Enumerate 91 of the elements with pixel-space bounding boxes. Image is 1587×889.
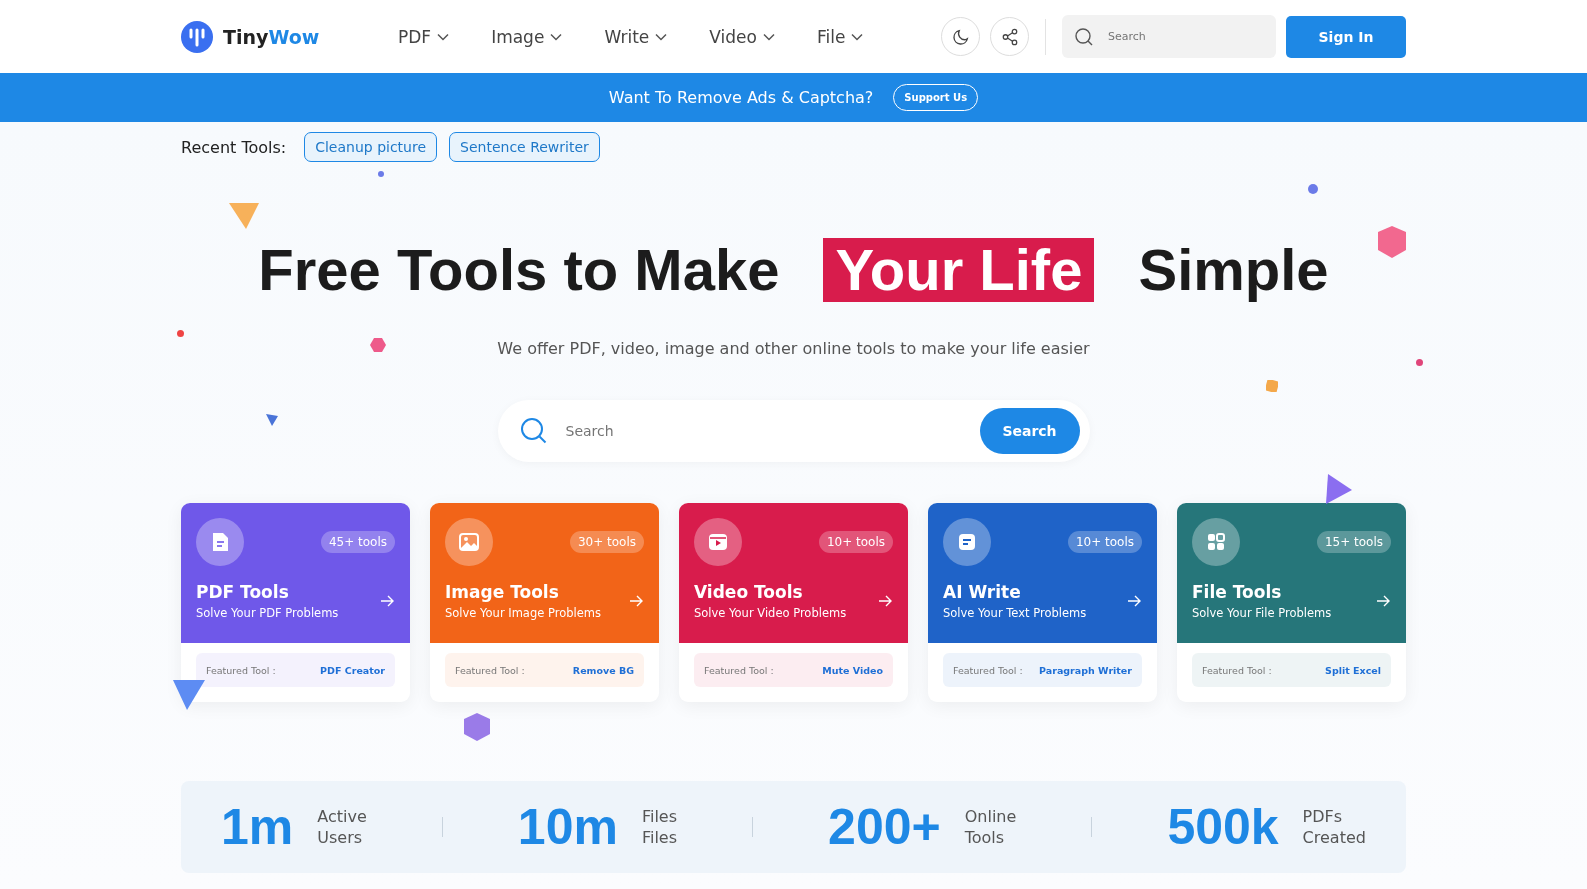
tool-icon — [445, 518, 493, 566]
dot-shape — [177, 330, 184, 337]
chevron-down-icon — [437, 32, 450, 41]
arrow-right-icon — [1128, 595, 1142, 607]
card-subtitle: Solve Your PDF Problems — [196, 606, 339, 620]
gem-shape — [370, 338, 386, 352]
search-button[interactable]: Search — [979, 408, 1080, 454]
arrow-right-icon — [381, 595, 395, 607]
tool-count-badge: 10+ tools — [1067, 531, 1142, 553]
hero-search-bar[interactable]: Search Search — [497, 400, 1090, 462]
stat-label: Files — [641, 828, 677, 847]
dot-shape — [1308, 184, 1318, 194]
card-subtitle: Solve Your Text Problems — [943, 606, 1087, 620]
tool-count-badge: 30+ tools — [569, 531, 644, 553]
recent-tool-chip[interactable]: Sentence Rewriter — [449, 132, 600, 162]
arrow-right-icon — [879, 595, 893, 607]
banner-text: Want To Remove Ads & Captcha? — [608, 88, 874, 107]
tool-count-badge: 10+ tools — [818, 531, 893, 553]
chevron-down-icon — [550, 32, 563, 41]
stat-label: PDFs — [1302, 807, 1344, 826]
triangle-shape — [229, 203, 259, 229]
stat-label: Tools — [964, 828, 1006, 847]
card-title: Video Tools — [694, 582, 804, 602]
dark-mode-button[interactable] — [941, 17, 980, 56]
headline-text: Simple — [1138, 238, 1329, 302]
featured-tool-label: Featured Tool : — [704, 664, 774, 676]
tool-count-badge: 45+ tools — [320, 531, 395, 553]
tool-card[interactable]: 15+ tools File Tools Solve Your File Problems Featured Tool : Split Excel — [1177, 503, 1406, 702]
logo-icon[interactable] — [181, 20, 213, 53]
stat-label: Active — [317, 807, 367, 826]
card-title: File Tools — [1192, 582, 1283, 602]
search-input[interactable]: Search — [1106, 29, 1260, 44]
card-subtitle: Solve Your Image Problems — [445, 606, 601, 620]
moon-icon — [951, 27, 970, 46]
nav-menu[interactable]: Image — [491, 26, 563, 47]
triangle-shape — [266, 414, 278, 426]
featured-tool-label: Featured Tool : — [455, 664, 525, 676]
featured-tool-label: Featured Tool : — [1202, 664, 1272, 676]
dot-shape — [378, 171, 384, 177]
dot-shape — [1416, 359, 1423, 366]
tool-icon — [1192, 518, 1240, 566]
chevron-down-icon — [762, 32, 775, 41]
card-title: PDF Tools — [196, 582, 290, 602]
card-subtitle: Solve Your File Problems — [1192, 606, 1332, 620]
tool-card[interactable]: 30+ tools Image Tools Solve Your Image Problems Featured Tool : Remove BG — [430, 503, 659, 702]
logo-text[interactable]: TinyWow — [223, 25, 320, 48]
stat-label: Files — [641, 807, 677, 826]
tool-icon — [694, 518, 742, 566]
share-button[interactable] — [990, 17, 1029, 56]
tool-card[interactable]: 45+ tools PDF Tools Solve Your PDF Problems Featured Tool : PDF Creator — [181, 503, 410, 702]
headline-text: Free Tools to Make — [258, 238, 780, 302]
stat-value: 1m — [221, 798, 294, 856]
share-icon — [1000, 27, 1019, 46]
card-title: Image Tools — [445, 582, 560, 602]
featured-tool-link[interactable]: Remove BG — [572, 664, 634, 676]
featured-tool-link[interactable]: Paragraph Writer — [1039, 664, 1132, 676]
arrow-right-icon — [630, 595, 644, 607]
nav-menu[interactable]: Video — [709, 26, 775, 47]
sign-in-button[interactable]: Sign In — [1286, 15, 1406, 58]
search-field[interactable]: Search — [1062, 15, 1276, 58]
tool-icon — [943, 518, 991, 566]
search-input[interactable]: Search — [563, 422, 964, 440]
chevron-down-icon — [655, 32, 668, 41]
featured-tool-link[interactable]: PDF Creator — [320, 664, 385, 676]
stat-value: 500k — [1167, 798, 1279, 856]
hero-subtitle: We offer PDF, video, image and other online tools to make your life easier — [497, 339, 1090, 358]
card-subtitle: Solve Your Video Problems — [694, 606, 847, 620]
arrow-right-icon — [1377, 595, 1391, 607]
nav-menu[interactable]: File — [816, 26, 864, 47]
featured-tool-label: Featured Tool : — [206, 664, 276, 676]
headline-highlight: Your Life — [823, 238, 1095, 302]
nav-menu[interactable]: PDF — [398, 26, 450, 47]
stat-value: 10m — [517, 798, 618, 856]
search-icon — [519, 417, 548, 445]
stat-label: Created — [1302, 828, 1366, 847]
featured-tool-link[interactable]: Split Excel — [1325, 664, 1381, 676]
featured-tool-link[interactable]: Mute Video — [822, 664, 883, 676]
stat-label: Users — [317, 828, 364, 847]
search-icon — [1074, 26, 1094, 47]
tool-count-badge: 15+ tools — [1316, 531, 1391, 553]
tool-card[interactable]: 10+ tools AI Write Solve Your Text Problems Featured Tool : Paragraph Writer — [928, 503, 1157, 702]
featured-tool-label: Featured Tool : — [953, 664, 1023, 676]
stat-value: 200+ — [828, 798, 941, 856]
tool-card[interactable]: 10+ tools Video Tools Solve Your Video Problems Featured Tool : Mute Video — [679, 503, 908, 702]
tool-icon — [196, 518, 244, 566]
card-title: AI Write — [943, 582, 1022, 602]
recent-tools-label: Recent Tools: — [181, 137, 287, 157]
recent-tool-chip[interactable]: Cleanup picture — [304, 132, 438, 162]
nav-menu[interactable]: Write — [604, 26, 668, 47]
chevron-down-icon — [851, 32, 864, 41]
stat-label: Online — [964, 807, 1017, 826]
